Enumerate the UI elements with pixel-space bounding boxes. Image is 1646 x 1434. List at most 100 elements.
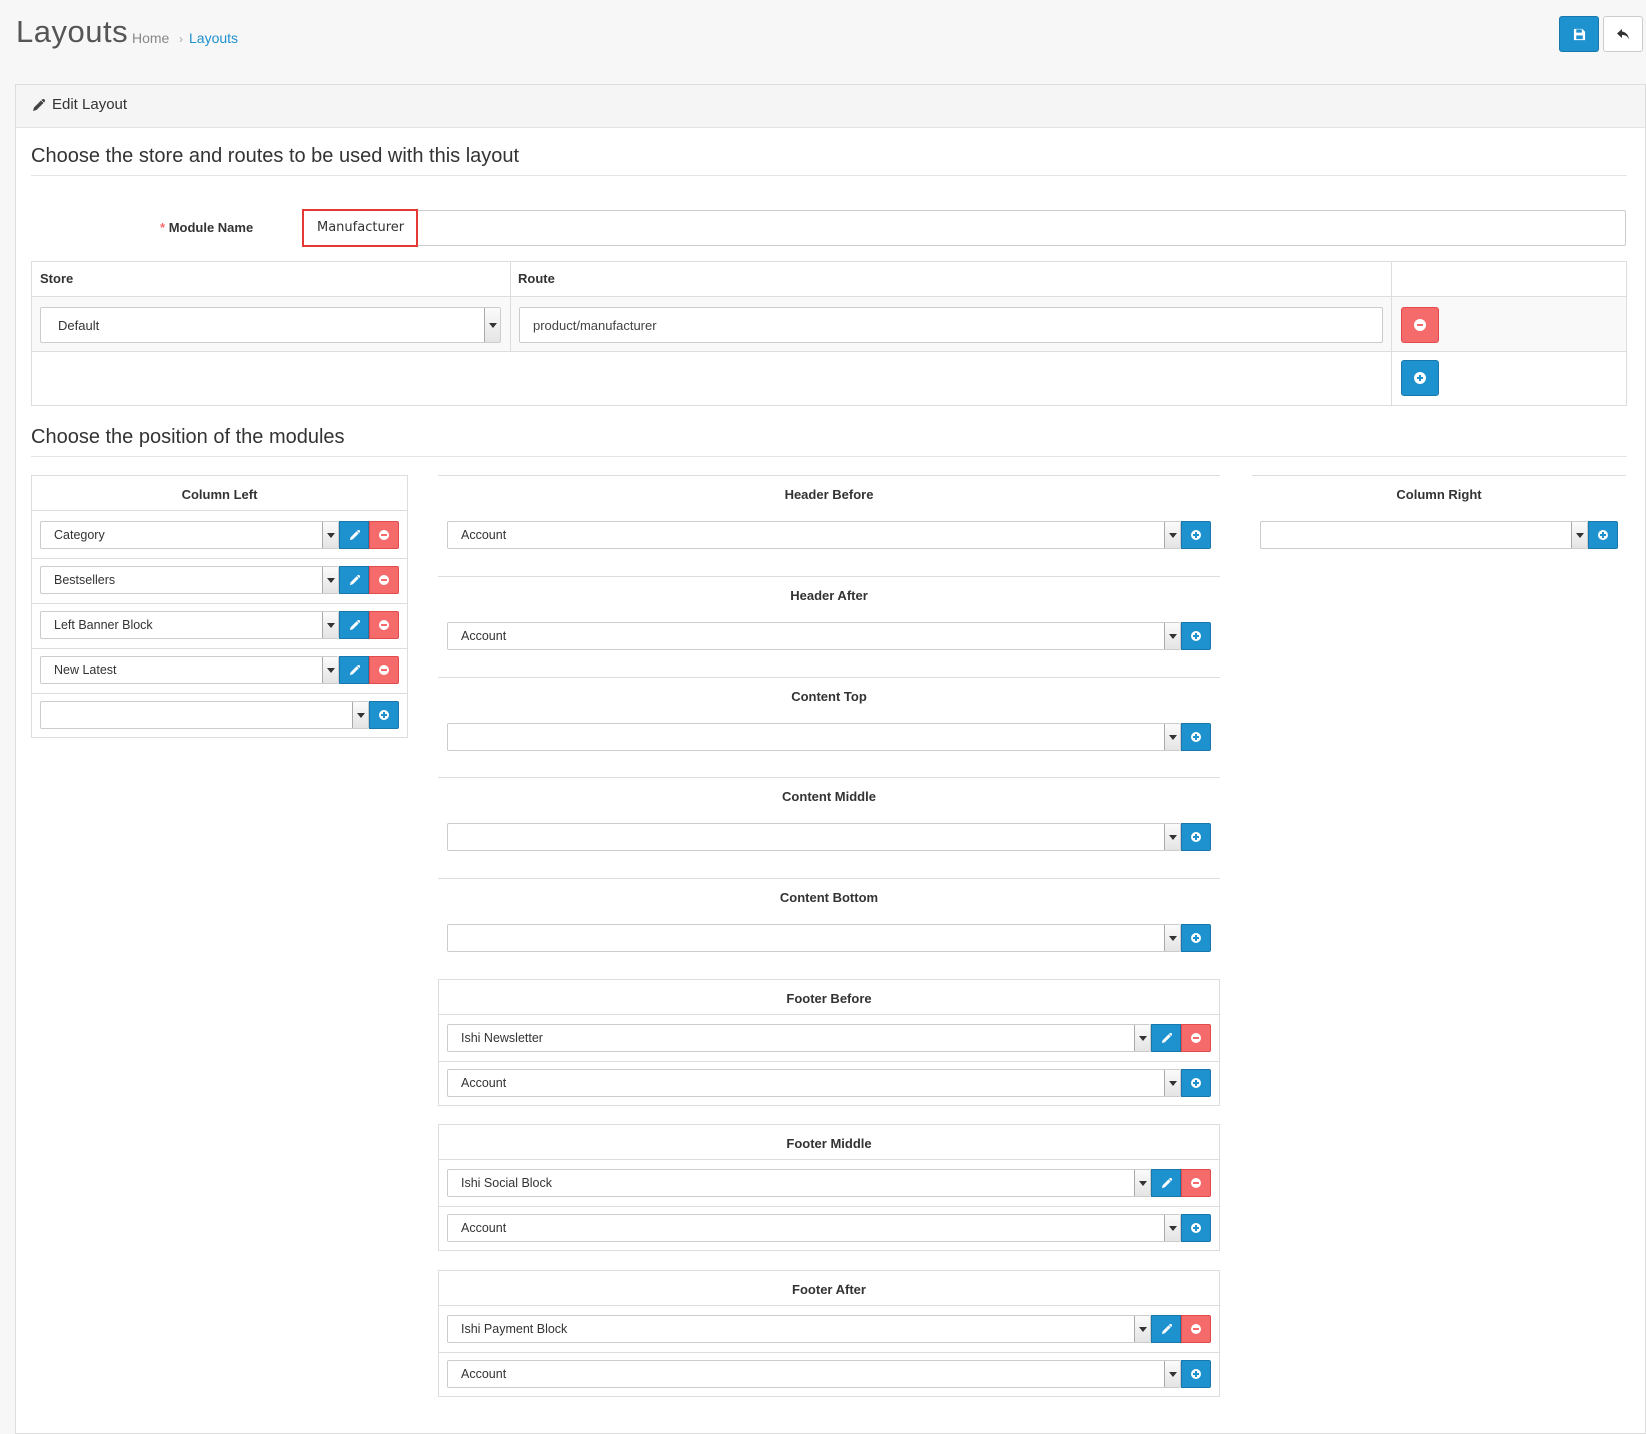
page-title: Layouts xyxy=(16,14,129,49)
content-top-add-select[interactable] xyxy=(447,723,1181,751)
select-value: Ishi Payment Block xyxy=(461,1322,568,1336)
remove-module-button[interactable] xyxy=(369,656,399,684)
add-route-button[interactable] xyxy=(1401,360,1439,396)
plus-circle-icon xyxy=(1191,530,1201,540)
edit-module-button[interactable] xyxy=(339,656,369,684)
store-select[interactable]: Default xyxy=(40,307,501,343)
edit-module-button[interactable] xyxy=(339,566,369,594)
pencil-icon xyxy=(1161,1032,1172,1043)
edit-module-button[interactable] xyxy=(1151,1169,1181,1197)
minus-circle-icon xyxy=(379,620,389,630)
footer-middle-title: Footer Middle xyxy=(786,1136,872,1151)
remove-route-button[interactable] xyxy=(1401,307,1439,343)
column-left-add-button[interactable] xyxy=(369,701,399,729)
footer-after-add-button[interactable] xyxy=(1181,1360,1211,1388)
chevron-down-icon xyxy=(1164,522,1180,548)
remove-module-button[interactable] xyxy=(1181,1024,1211,1052)
column-left-add-select[interactable] xyxy=(40,701,369,729)
chevron-down-icon xyxy=(352,702,368,728)
divider xyxy=(31,603,408,604)
pencil-icon xyxy=(349,574,360,585)
module-name-label: * Module Name xyxy=(160,220,253,235)
header-after-add-select[interactable]: Account xyxy=(447,622,1181,650)
plus-circle-icon xyxy=(1191,1223,1201,1233)
minus-circle-icon xyxy=(379,530,389,540)
chevron-down-icon xyxy=(1164,724,1180,750)
footer-middle-add-select[interactable]: Account xyxy=(447,1214,1181,1242)
column-right-add-button[interactable] xyxy=(1588,521,1618,549)
column-left-title: Column Left xyxy=(181,487,258,502)
divider xyxy=(438,1206,1220,1207)
content-bottom-add-button[interactable] xyxy=(1181,924,1211,952)
edit-module-button[interactable] xyxy=(339,521,369,549)
plus-circle-icon xyxy=(1191,631,1201,641)
header-before-add-select[interactable]: Account xyxy=(447,521,1181,549)
chevron-down-icon xyxy=(1164,1070,1180,1096)
divider xyxy=(438,677,1220,678)
module-name-input[interactable]: Manufacturer xyxy=(302,210,1626,246)
content-bottom-add-select[interactable] xyxy=(447,924,1181,952)
divider xyxy=(31,351,1627,352)
content-middle-title: Content Middle xyxy=(782,789,876,804)
footer-after-add-select[interactable]: Account xyxy=(447,1360,1181,1388)
header-after-add-button[interactable] xyxy=(1181,622,1211,650)
breadcrumb-home[interactable]: Home xyxy=(132,30,169,46)
back-button[interactable] xyxy=(1603,16,1643,52)
column-right-add-select[interactable] xyxy=(1260,521,1588,549)
divider xyxy=(438,1305,1220,1306)
chevron-down-icon xyxy=(322,657,338,683)
content-top-add-button[interactable] xyxy=(1181,723,1211,751)
content-middle-add-select[interactable] xyxy=(447,823,1181,851)
divider xyxy=(438,475,1220,476)
footer-after-module-select[interactable]: Ishi Payment Block xyxy=(447,1315,1151,1343)
breadcrumb-separator: › xyxy=(179,32,183,46)
footer-middle-module-select[interactable]: Ishi Social Block xyxy=(447,1169,1151,1197)
footer-middle-add-button[interactable] xyxy=(1181,1214,1211,1242)
content-middle-add-button[interactable] xyxy=(1181,823,1211,851)
divider xyxy=(31,648,408,649)
footer-before-module-select[interactable]: Ishi Newsletter xyxy=(447,1024,1151,1052)
divider xyxy=(438,1061,1220,1062)
divider xyxy=(438,1159,1220,1160)
minus-circle-icon xyxy=(1191,1324,1201,1334)
save-button[interactable] xyxy=(1559,16,1599,52)
select-value: Account xyxy=(461,1076,507,1090)
footer-after-title: Footer After xyxy=(792,1282,866,1297)
header-before-add-button[interactable] xyxy=(1181,521,1211,549)
chevron-down-icon xyxy=(484,308,500,342)
remove-module-button[interactable] xyxy=(369,521,399,549)
edit-module-button[interactable] xyxy=(339,611,369,639)
breadcrumb-current[interactable]: Layouts xyxy=(189,30,238,46)
remove-module-button[interactable] xyxy=(1181,1169,1211,1197)
plus-circle-icon xyxy=(1598,530,1608,540)
footer-before-add-button[interactable] xyxy=(1181,1069,1211,1097)
minus-circle-icon xyxy=(1191,1178,1201,1188)
plus-circle-icon xyxy=(1191,933,1201,943)
column-left-module-select[interactable]: Left Banner Block xyxy=(40,611,339,639)
edit-module-button[interactable] xyxy=(1151,1024,1181,1052)
remove-module-button[interactable] xyxy=(369,566,399,594)
route-input[interactable]: product/manufacturer xyxy=(519,307,1383,343)
remove-module-button[interactable] xyxy=(1181,1315,1211,1343)
pencil-icon xyxy=(349,529,360,540)
divider xyxy=(438,1014,1220,1015)
select-value: Account xyxy=(461,1367,507,1381)
chevron-down-icon xyxy=(322,612,338,638)
chevron-down-icon xyxy=(1571,522,1587,548)
divider xyxy=(1252,475,1626,476)
column-left-module-select[interactable]: Category xyxy=(40,521,339,549)
chevron-down-icon xyxy=(322,522,338,548)
remove-module-button[interactable] xyxy=(369,611,399,639)
footer-before-add-select[interactable]: Account xyxy=(447,1069,1181,1097)
pencil-icon xyxy=(1161,1177,1172,1188)
column-left-module-select[interactable]: Bestsellers xyxy=(40,566,339,594)
edit-module-button[interactable] xyxy=(1151,1315,1181,1343)
route-header: Route xyxy=(518,271,555,286)
pencil-icon xyxy=(349,664,360,675)
column-left-module-select[interactable]: New Latest xyxy=(40,656,339,684)
plus-circle-icon xyxy=(1191,1078,1201,1088)
plus-circle-icon xyxy=(1191,732,1201,742)
select-value: Account xyxy=(461,1221,507,1235)
chevron-down-icon xyxy=(1134,1316,1150,1342)
chevron-down-icon xyxy=(322,567,338,593)
